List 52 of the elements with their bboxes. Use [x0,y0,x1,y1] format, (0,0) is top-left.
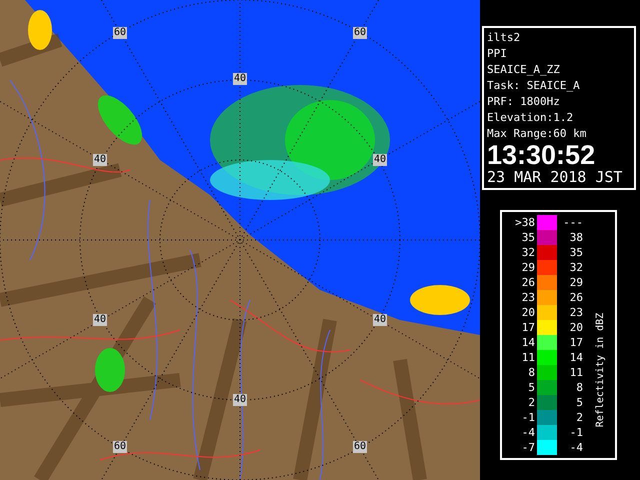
legend-low-value: 17 [520,320,536,334]
legend-high-value: 11 [568,366,584,380]
range-label: 60 [352,27,368,39]
legend-low-value: 20 [520,306,536,320]
info-line: Task: SEAICE_A [487,78,581,94]
legend-low-value: -7 [520,440,536,454]
legend-high-value: 2 [575,410,584,424]
range-label: 40 [372,314,388,326]
legend-high-value: 32 [568,260,584,274]
legend-axis-label: Reflectivity in dBZ [595,312,607,428]
legend-low-value: 14 [520,336,536,350]
legend-high-value: -1 [568,426,584,440]
range-label: 60 [112,441,128,453]
legend-low-value: 35 [520,230,536,244]
legend-high-value: 5 [575,396,584,410]
range-label: 60 [352,441,368,453]
legend-low-value: 5 [527,380,536,394]
date-display: 23 MAR 2018 JST [487,168,624,186]
range-label: 40 [372,154,388,166]
legend-low-value: 23 [520,290,536,304]
legend-high-value: 38 [568,230,584,244]
legend-high-value: -4 [568,440,584,454]
legend-low-value: -4 [520,426,536,440]
legend-low-value: 11 [520,350,536,364]
legend-low-value: >38 [514,216,536,230]
legend-high-value: 26 [568,290,584,304]
legend-low-value: 2 [527,396,536,410]
info-line: SEAICE_A_ZZ [487,62,561,78]
legend-low-value: 29 [520,260,536,274]
info-line: ilts2 [487,30,522,46]
legend-high-value: 29 [568,276,584,290]
info-line: PPI [487,46,508,62]
range-label: 40 [92,154,108,166]
range-label: 40 [92,314,108,326]
range-label: 40 [232,73,248,85]
info-line: Elevation:1.2 [487,110,574,126]
info-line: PRF: 1800Hz [487,94,561,110]
info-line: Max Range:60 km [487,126,588,142]
range-label: 40 [232,394,248,406]
legend-high-value: --- [562,216,584,230]
legend-high-value: 23 [568,306,584,320]
legend-high-value: 20 [568,320,584,334]
legend-high-value: 8 [575,380,584,394]
legend-low-value: 26 [520,276,536,290]
legend-low-value: 32 [520,246,536,260]
legend-low-value: 8 [527,366,536,380]
legend-high-value: 17 [568,336,584,350]
time-display: 13:30:52 [487,142,596,168]
legend-high-value: 35 [568,246,584,260]
legend-high-value: 14 [568,350,584,364]
legend-low-value: -1 [520,410,536,424]
range-label: 60 [112,27,128,39]
